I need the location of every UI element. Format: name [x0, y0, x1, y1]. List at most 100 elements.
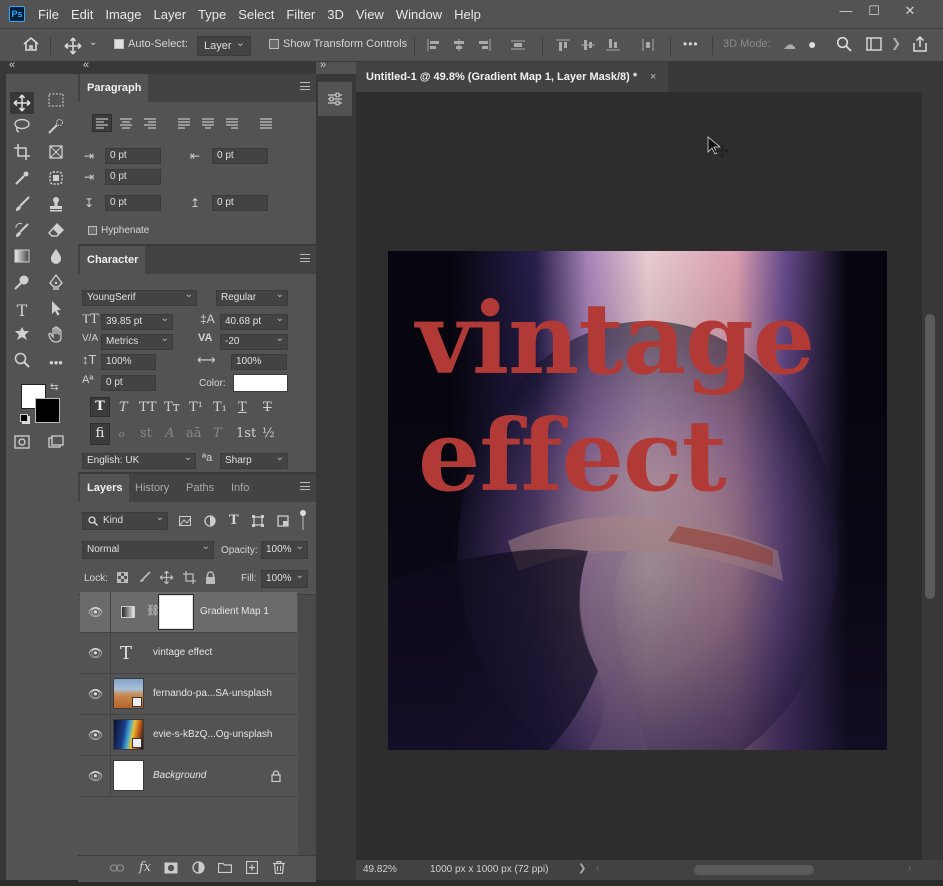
lock-pixels-icon[interactable]	[139, 571, 151, 583]
path-selection-tool[interactable]	[44, 300, 68, 322]
frame-tool[interactable]	[44, 144, 68, 166]
ordinals-button[interactable]: 1st	[236, 426, 256, 441]
underline-button[interactable]: T	[238, 400, 247, 415]
scroll-left-icon[interactable]: ‹	[596, 863, 599, 874]
horizontal-scroll-thumb[interactable]	[694, 865, 814, 875]
leading-field[interactable]: 40.68 pt	[220, 312, 288, 330]
vertical-scale-field[interactable]: 100%	[101, 354, 156, 370]
spot-healing-tool[interactable]	[44, 170, 68, 192]
maximize-button[interactable]: ☐	[860, 3, 888, 19]
baseline-shift-field[interactable]: 0 pt	[101, 375, 156, 391]
stylistic-alternates-button[interactable]: aā	[186, 426, 202, 441]
small-caps-button[interactable]: Tт	[164, 400, 180, 415]
lock-artboard-icon[interactable]	[183, 571, 196, 584]
trash-icon[interactable]	[273, 861, 285, 874]
tab-paths[interactable]: Paths	[179, 474, 221, 502]
minimize-button[interactable]: —	[832, 3, 860, 19]
marquee-tool[interactable]	[44, 92, 68, 114]
link-icon[interactable]	[110, 863, 124, 873]
blur-tool[interactable]	[44, 248, 68, 270]
visibility-eye-icon[interactable]: 👁	[88, 769, 103, 783]
swap-colors-icon[interactable]: ⇆	[50, 382, 58, 393]
crop-tool[interactable]	[10, 144, 34, 166]
mask-icon[interactable]	[164, 862, 178, 874]
hyphenate-checkbox[interactable]: Hyphenate	[88, 224, 149, 236]
menu-file[interactable]: File	[38, 7, 59, 22]
panel-menu-icon[interactable]	[300, 482, 310, 490]
visibility-eye-icon[interactable]: 👁	[88, 605, 103, 619]
fx-icon[interactable]: fx	[139, 860, 151, 875]
quick-selection-tool[interactable]	[44, 118, 68, 140]
eraser-tool[interactable]	[44, 222, 68, 244]
visibility-eye-icon[interactable]: 👁	[88, 728, 103, 742]
eyedropper-tool[interactable]	[10, 170, 34, 192]
screen-mode-icon[interactable]	[44, 434, 68, 456]
discretionary-ligatures-button[interactable]: ℴ	[118, 426, 124, 441]
more-tools-icon[interactable]: •••	[44, 352, 68, 374]
align-left-edges-icon[interactable]	[427, 39, 441, 51]
collapse-panels-button[interactable]: «	[83, 59, 89, 71]
adjustment-icon[interactable]	[192, 861, 205, 874]
menu-image[interactable]: Image	[105, 7, 141, 22]
lasso-tool[interactable]	[10, 118, 34, 140]
auto-select-target-dropdown[interactable]: Layer	[197, 34, 251, 56]
menu-3d[interactable]: 3D	[327, 7, 344, 22]
language-dropdown[interactable]: English: UK	[82, 451, 196, 469]
distribute-vertical-icon[interactable]	[511, 39, 525, 51]
close-tab-icon[interactable]: ×	[650, 62, 656, 92]
menu-select[interactable]: Select	[238, 7, 274, 22]
chevron-right-icon[interactable]: ❯	[891, 36, 901, 50]
tab-layers[interactable]: Layers	[80, 474, 130, 502]
tab-history[interactable]: History	[128, 474, 176, 502]
swash-button[interactable]: A	[165, 426, 174, 441]
layer-row-gradient-map[interactable]: 👁 ⛓ Gradient Map 1	[80, 592, 297, 633]
font-family-dropdown[interactable]: YoungSerif	[82, 288, 197, 306]
indent-first-line-field[interactable]: 0 pt	[105, 169, 161, 185]
align-horizontal-centers-icon[interactable]	[452, 39, 466, 51]
vertical-scroll-thumb[interactable]	[925, 314, 935, 599]
filter-shape-icon[interactable]	[252, 515, 264, 527]
layers-scroll-track[interactable]	[298, 595, 316, 855]
superscript-button[interactable]: T¹	[189, 400, 203, 415]
faux-italic-button[interactable]: T	[119, 400, 128, 415]
background-color-swatch[interactable]	[35, 398, 60, 423]
text-color-swatch[interactable]	[233, 374, 288, 392]
kerning-dropdown[interactable]: Metrics	[101, 332, 173, 350]
menu-type[interactable]: Type	[198, 7, 226, 22]
zoom-tool[interactable]	[10, 352, 34, 374]
document-canvas[interactable]: vintage effect	[388, 251, 887, 750]
dodge-tool[interactable]	[10, 274, 34, 296]
justify-last-right-icon[interactable]	[226, 118, 238, 129]
align-vertical-centers-icon[interactable]	[581, 39, 595, 51]
show-transform-checkbox[interactable]: Show Transform Controls	[269, 38, 407, 50]
close-window-button[interactable]: ✕	[896, 3, 924, 19]
properties-button[interactable]	[318, 82, 352, 116]
document-tab[interactable]: Untitled-1 @ 49.8% (Gradient Map 1, Laye…	[356, 62, 668, 92]
custom-shape-tool[interactable]	[10, 326, 34, 348]
default-colors-icon[interactable]	[20, 414, 28, 422]
new-layer-icon[interactable]	[246, 861, 258, 874]
menu-filter[interactable]: Filter	[286, 7, 315, 22]
tab-paragraph[interactable]: Paragraph	[80, 74, 149, 102]
auto-select-checkbox[interactable]: Auto-Select:	[114, 38, 188, 50]
expand-panels-button[interactable]: »	[320, 59, 326, 71]
home-icon[interactable]	[22, 36, 40, 55]
fill-field[interactable]: 100%	[261, 568, 308, 588]
layer-mask-thumbnail[interactable]	[158, 594, 194, 630]
scroll-right-icon[interactable]: ›	[908, 863, 911, 874]
lock-transparent-icon[interactable]	[117, 572, 128, 583]
move-tool[interactable]	[10, 92, 34, 114]
ligatures-button[interactable]: fi	[90, 423, 110, 445]
lock-position-icon[interactable]	[160, 571, 173, 584]
indent-right-field[interactable]: 0 pt	[212, 148, 268, 164]
align-right-edges-icon[interactable]	[477, 39, 491, 51]
collapse-toolbar-button[interactable]: «	[9, 59, 15, 71]
chain-link-icon[interactable]: ⛓	[146, 604, 160, 617]
clone-stamp-tool[interactable]	[44, 196, 68, 218]
antialias-dropdown[interactable]: Sharp	[220, 451, 288, 469]
space-after-field[interactable]: 0 pt	[212, 195, 268, 211]
history-brush-tool[interactable]	[10, 222, 34, 244]
filter-pixel-icon[interactable]	[179, 516, 191, 526]
tab-info[interactable]: Info	[224, 474, 256, 502]
menu-edit[interactable]: Edit	[71, 7, 93, 22]
